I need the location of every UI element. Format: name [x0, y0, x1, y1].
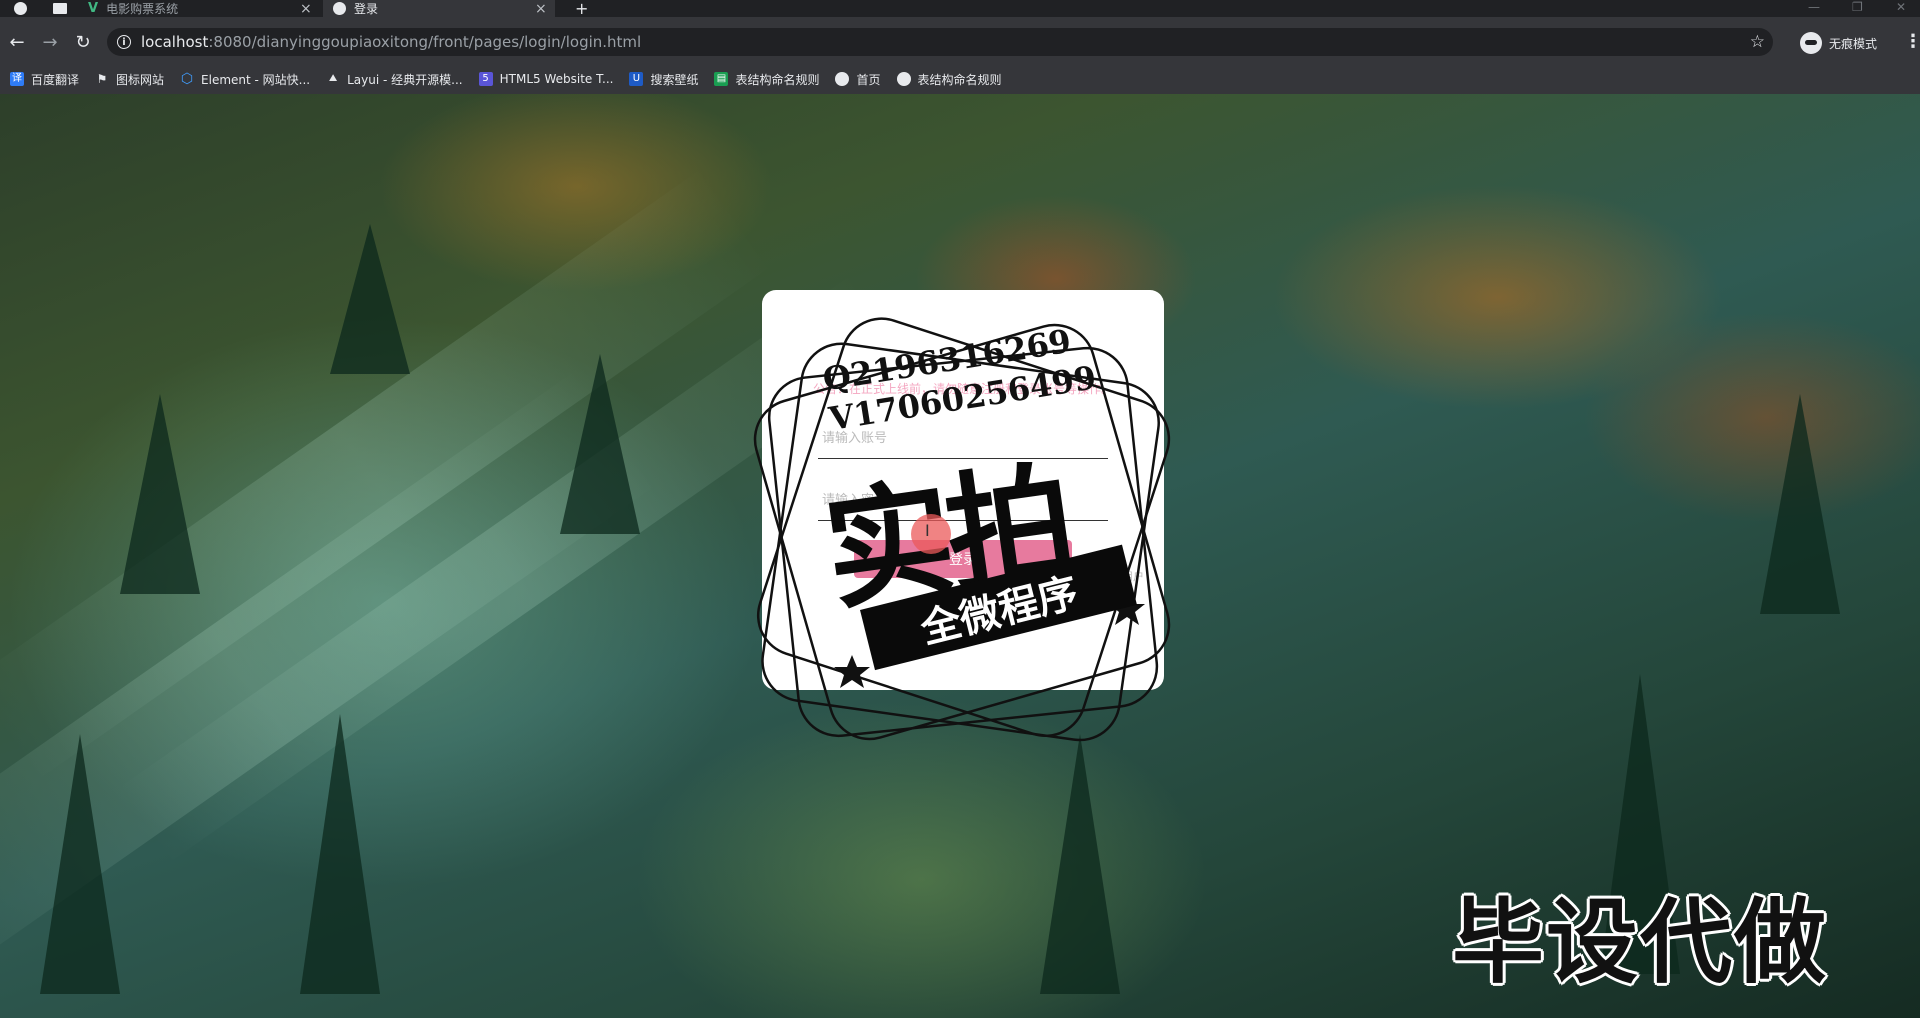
corner-watermark: 毕设代做: [1452, 889, 1829, 996]
minimize-icon[interactable]: —: [1808, 0, 1820, 14]
bookmark-item[interactable]: 5 HTML5 Website T...: [478, 72, 614, 86]
tab-movie-system[interactable]: V 电影购票系统 ×: [88, 0, 320, 17]
tab-strip: V 电影购票系统 × 登录 × + — ❐ ✕: [0, 0, 1920, 18]
bookmark-item[interactable]: U 搜索壁纸: [629, 71, 698, 88]
profile-label: 无痕模式: [1829, 36, 1878, 51]
bookmark-item[interactable]: ⚑ 图标网站: [95, 71, 164, 88]
bookmark-label: Element - 网站快...: [201, 72, 311, 87]
bookmark-label: 表结构命名规则: [917, 72, 1002, 87]
globe-icon: [896, 72, 911, 86]
bookmark-item[interactable]: ▤ 表结构命名规则: [714, 71, 819, 88]
globe-icon: [333, 2, 346, 15]
bookmark-label: Layui - 经典开源模...: [347, 72, 463, 87]
pine-tree: [40, 734, 120, 994]
bookmark-item[interactable]: ⛰ Layui - 经典开源模...: [326, 71, 463, 88]
baidu-translate-icon: 译: [10, 72, 24, 86]
window-close-icon[interactable]: ✕: [1896, 0, 1906, 14]
text-cursor-icon: I: [925, 521, 930, 540]
pine-tree: [300, 714, 380, 994]
html5-icon: 5: [478, 72, 493, 86]
reload-icon: ↻: [75, 31, 91, 53]
globe-icon: [835, 72, 850, 86]
tab-title: 登录: [354, 2, 379, 16]
bookmark-item[interactable]: 表结构命名规则: [896, 71, 1002, 88]
new-tab-button[interactable]: +: [575, 0, 595, 18]
bookmark-label: 首页: [856, 72, 881, 87]
mouse-cursor: I: [911, 514, 951, 554]
tab-pinned[interactable]: [0, 0, 40, 17]
arrow-left-icon: ←: [9, 31, 25, 53]
forward-button[interactable]: →: [37, 29, 63, 55]
incognito-icon: [1800, 32, 1822, 54]
incognito-profile[interactable]: 无痕模式: [1800, 31, 1877, 55]
sheet-icon: ▤: [714, 72, 729, 86]
bookmark-label: 搜索壁纸: [650, 72, 699, 87]
layui-icon: ⛰: [328, 73, 338, 84]
bookmark-label: 图标网站: [116, 72, 165, 87]
reload-button[interactable]: ↻: [70, 29, 96, 55]
back-button[interactable]: ←: [4, 29, 30, 55]
restore-icon[interactable]: ❐: [1852, 0, 1863, 14]
bookmark-item[interactable]: 首页: [835, 71, 881, 88]
close-tab-icon[interactable]: ×: [300, 1, 312, 17]
flag-icon: ⚑: [96, 72, 108, 86]
tab-blank[interactable]: [44, 0, 76, 17]
pine-tree: [560, 354, 640, 534]
pine-tree: [330, 224, 410, 374]
url-text[interactable]: localhost:8080/dianyinggoupiaoxitong/fro…: [141, 33, 641, 51]
bookmark-item[interactable]: ⬡ Element - 网站快...: [180, 71, 310, 88]
tab-login[interactable]: 登录 ×: [323, 0, 555, 17]
browser-toolbar: ← → ↻ i localhost:8080/dianyinggoupiaoxi…: [0, 17, 1920, 68]
wallpaper-icon: U: [629, 72, 644, 86]
bookmarks-bar: 译百度翻译 ⚑ 图标网站 ⬡ Element - 网站快... ⛰ Layui - 经…: [0, 64, 1920, 94]
url-host: localhost: [141, 33, 209, 51]
menu-icon[interactable]: ⋮: [1904, 31, 1920, 52]
arrow-right-icon: →: [42, 31, 58, 53]
bookmark-item[interactable]: 译百度翻译: [10, 71, 79, 88]
element-icon: ⬡: [180, 71, 194, 87]
url-path: :8080/dianyinggoupiaoxitong/front/pages/…: [208, 33, 642, 51]
page-icon: [53, 3, 67, 14]
close-tab-icon[interactable]: ×: [535, 1, 547, 17]
pine-tree: [1040, 734, 1120, 994]
bookmark-label: 表结构命名规则: [735, 72, 820, 87]
bookmark-label: HTML5 Website T...: [499, 72, 614, 86]
vue-icon: V: [88, 1, 99, 16]
bookmark-star-icon[interactable]: ☆: [1750, 32, 1765, 52]
info-icon[interactable]: i: [117, 35, 131, 49]
pine-tree: [120, 394, 200, 594]
tab-title: 电影购票系统: [106, 2, 179, 16]
address-bar[interactable]: i localhost:8080/dianyinggoupiaoxitong/f…: [107, 28, 1773, 56]
globe-icon: [13, 2, 27, 15]
pine-tree: [1760, 394, 1840, 614]
bookmark-label: 百度翻译: [31, 72, 80, 87]
